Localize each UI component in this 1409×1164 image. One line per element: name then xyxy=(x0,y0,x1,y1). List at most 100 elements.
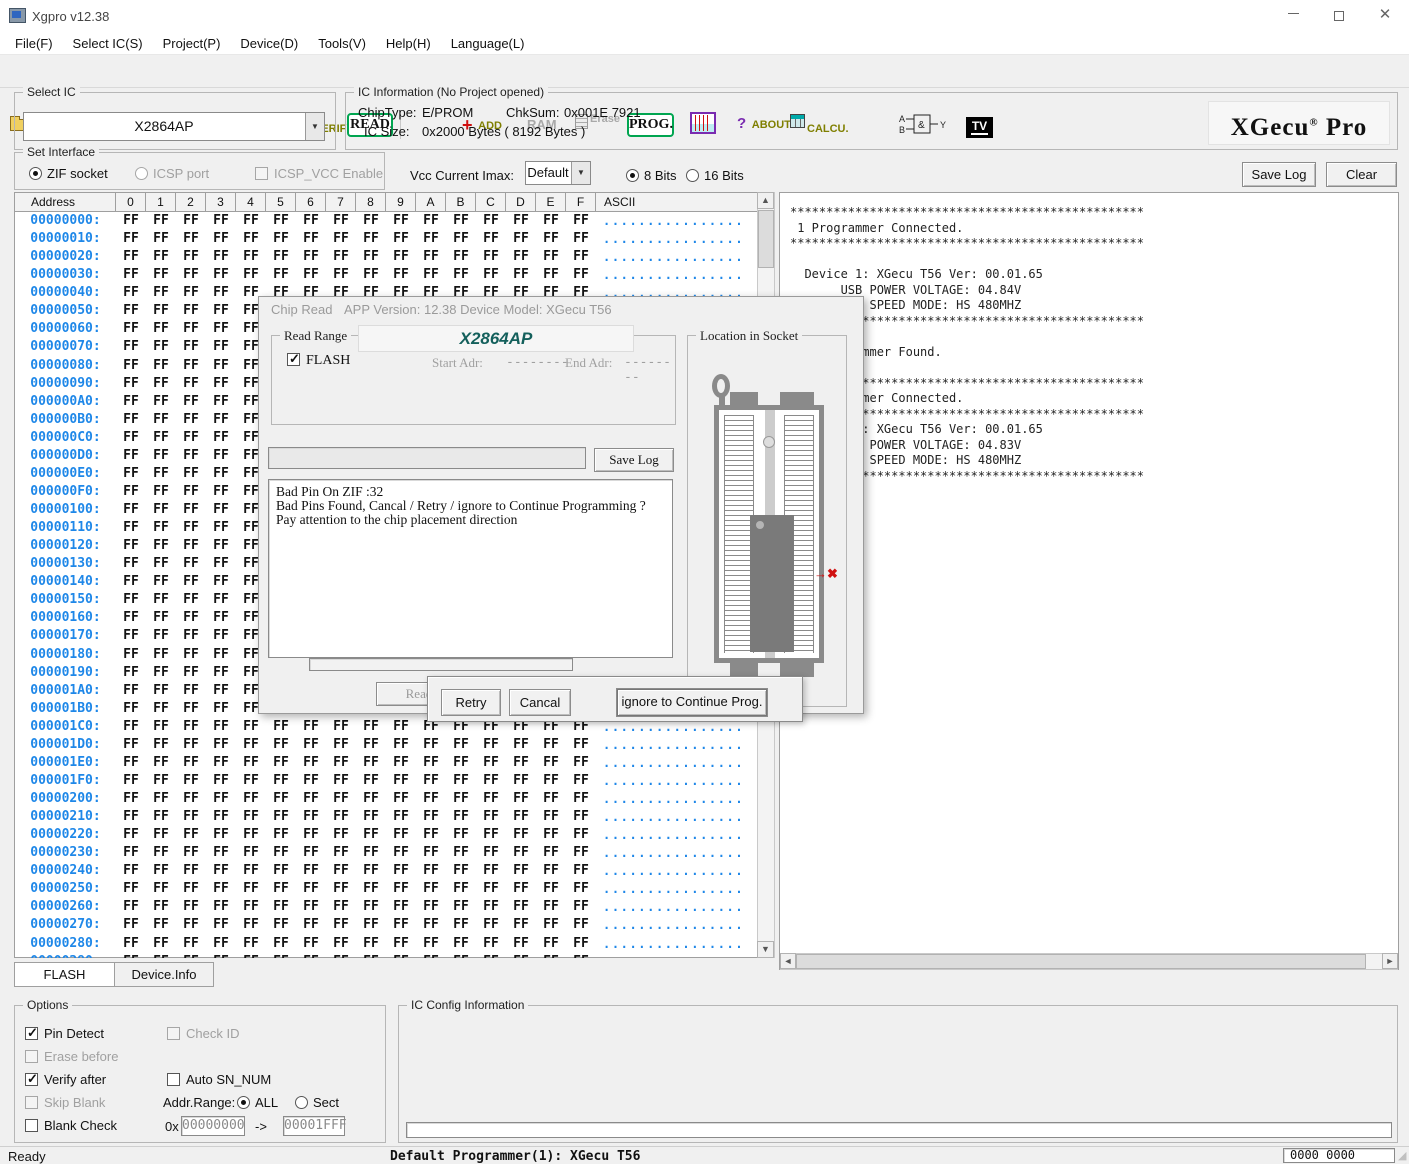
menu-device[interactable]: Device(D) xyxy=(233,36,305,51)
hex-byte-cell[interactable]: FF xyxy=(116,609,146,627)
hex-byte-cell[interactable]: FF xyxy=(506,772,536,790)
hex-byte-cell[interactable]: FF xyxy=(386,230,416,248)
hex-byte-cell[interactable]: FF xyxy=(236,880,266,898)
hex-byte-cell[interactable]: FF xyxy=(116,537,146,555)
hex-byte-cell[interactable]: FF xyxy=(116,573,146,591)
hex-byte-cell[interactable]: FF xyxy=(206,212,236,230)
hex-byte-cell[interactable]: FF xyxy=(536,898,566,916)
hex-byte-cell[interactable]: FF xyxy=(116,393,146,411)
hex-byte-cell[interactable]: FF xyxy=(476,844,506,862)
hex-byte-cell[interactable]: FF xyxy=(356,935,386,953)
hex-byte-cell[interactable]: FF xyxy=(386,248,416,266)
hex-byte-cell[interactable]: FF xyxy=(236,916,266,934)
hex-byte-cell[interactable]: FF xyxy=(506,754,536,772)
hex-byte-cell[interactable]: FF xyxy=(176,935,206,953)
hex-byte-cell[interactable]: FF xyxy=(176,898,206,916)
combobox-dropdown-button[interactable]: ▼ xyxy=(305,113,324,140)
hex-byte-cell[interactable]: FF xyxy=(326,718,356,736)
hex-byte-cell[interactable]: FF xyxy=(326,772,356,790)
hex-byte-cell[interactable]: FF xyxy=(206,501,236,519)
hex-byte-cell[interactable]: FF xyxy=(326,266,356,284)
hex-byte-cell[interactable]: FF xyxy=(536,826,566,844)
hex-byte-cell[interactable]: FF xyxy=(566,754,596,772)
hex-byte-cell[interactable]: FF xyxy=(326,212,356,230)
hex-byte-cell[interactable]: FF xyxy=(536,808,566,826)
hex-byte-cell[interactable]: FF xyxy=(416,772,446,790)
hex-byte-cell[interactable]: FF xyxy=(266,898,296,916)
hex-byte-cell[interactable]: FF xyxy=(326,754,356,772)
hex-byte-cell[interactable]: FF xyxy=(206,230,236,248)
hex-byte-cell[interactable]: FF xyxy=(146,212,176,230)
hex-byte-cell[interactable]: FF xyxy=(386,266,416,284)
hex-byte-cell[interactable]: FF xyxy=(476,248,506,266)
hex-byte-cell[interactable]: FF xyxy=(176,916,206,934)
close-button[interactable]: ✕ xyxy=(1362,0,1408,32)
hex-byte-cell[interactable]: FF xyxy=(386,212,416,230)
hex-byte-cell[interactable]: FF xyxy=(356,772,386,790)
hex-byte-cell[interactable]: FF xyxy=(146,483,176,501)
hex-byte-cell[interactable]: FF xyxy=(116,627,146,645)
hex-byte-cell[interactable]: FF xyxy=(206,248,236,266)
hex-byte-cell[interactable]: FF xyxy=(266,266,296,284)
tab-device-info[interactable]: Device.Info xyxy=(115,962,214,987)
hex-byte-cell[interactable]: FF xyxy=(236,754,266,772)
hex-byte-cell[interactable]: FF xyxy=(206,519,236,537)
hex-byte-cell[interactable]: FF xyxy=(146,537,176,555)
hex-byte-cell[interactable]: FF xyxy=(116,465,146,483)
hex-byte-cell[interactable]: FF xyxy=(296,212,326,230)
hex-byte-cell[interactable]: FF xyxy=(476,212,506,230)
hex-byte-cell[interactable]: FF xyxy=(356,248,386,266)
hex-byte-cell[interactable]: FF xyxy=(446,953,476,958)
hex-byte-cell[interactable]: FF xyxy=(116,501,146,519)
hex-byte-cell[interactable]: FF xyxy=(536,212,566,230)
hex-byte-cell[interactable]: FF xyxy=(206,880,236,898)
hex-byte-cell[interactable]: FF xyxy=(176,664,206,682)
hex-byte-cell[interactable]: FF xyxy=(206,953,236,958)
hex-byte-cell[interactable]: FF xyxy=(356,953,386,958)
scroll-down-button[interactable]: ▼ xyxy=(757,941,774,958)
hex-byte-cell[interactable]: FF xyxy=(326,898,356,916)
hex-byte-cell[interactable]: FF xyxy=(146,429,176,447)
hex-byte-cell[interactable]: FF xyxy=(116,212,146,230)
hex-byte-cell[interactable]: FF xyxy=(326,916,356,934)
hex-byte-cell[interactable]: FF xyxy=(176,375,206,393)
cancel-button[interactable]: Cancal xyxy=(509,689,571,716)
hex-byte-cell[interactable]: FF xyxy=(116,700,146,718)
hex-byte-cell[interactable]: FF xyxy=(206,609,236,627)
hex-byte-cell[interactable]: FF xyxy=(206,447,236,465)
hex-byte-cell[interactable]: FF xyxy=(146,465,176,483)
hex-byte-cell[interactable]: FF xyxy=(446,844,476,862)
vcc-current-combobox[interactable]: Default ▼ xyxy=(525,161,591,185)
hex-byte-cell[interactable]: FF xyxy=(326,230,356,248)
hex-byte-cell[interactable]: FF xyxy=(506,953,536,958)
hex-byte-cell[interactable]: FF xyxy=(296,916,326,934)
hex-byte-cell[interactable]: FF xyxy=(146,808,176,826)
flash-checkbox[interactable]: FLASH xyxy=(287,353,350,369)
hex-byte-cell[interactable]: FF xyxy=(566,266,596,284)
hex-byte-cell[interactable]: FF xyxy=(146,898,176,916)
hex-byte-cell[interactable]: FF xyxy=(446,754,476,772)
hex-byte-cell[interactable]: FF xyxy=(566,808,596,826)
hex-byte-cell[interactable]: FF xyxy=(296,718,326,736)
hex-byte-cell[interactable]: FF xyxy=(356,898,386,916)
resize-grip[interactable]: ◢ xyxy=(1398,1149,1406,1162)
hex-byte-cell[interactable]: FF xyxy=(296,880,326,898)
hex-byte-cell[interactable]: FF xyxy=(476,935,506,953)
hex-byte-cell[interactable]: FF xyxy=(296,898,326,916)
log-horizontal-scrollbar[interactable]: ◄ ► xyxy=(780,953,1398,970)
hex-byte-cell[interactable]: FF xyxy=(506,916,536,934)
hex-byte-cell[interactable]: FF xyxy=(326,736,356,754)
hex-byte-cell[interactable]: FF xyxy=(386,916,416,934)
hex-byte-cell[interactable]: FF xyxy=(116,447,146,465)
hex-byte-cell[interactable]: FF xyxy=(506,862,536,880)
hex-byte-cell[interactable]: FF xyxy=(116,555,146,573)
hex-byte-cell[interactable]: FF xyxy=(116,826,146,844)
hex-byte-cell[interactable]: FF xyxy=(146,284,176,302)
bits16-radio[interactable]: 16 Bits xyxy=(686,168,744,183)
hex-byte-cell[interactable]: FF xyxy=(146,266,176,284)
hex-byte-cell[interactable]: FF xyxy=(176,609,206,627)
hex-byte-cell[interactable]: FF xyxy=(506,935,536,953)
hex-byte-cell[interactable]: FF xyxy=(386,826,416,844)
hex-byte-cell[interactable]: FF xyxy=(116,844,146,862)
hex-byte-cell[interactable]: FF xyxy=(566,248,596,266)
